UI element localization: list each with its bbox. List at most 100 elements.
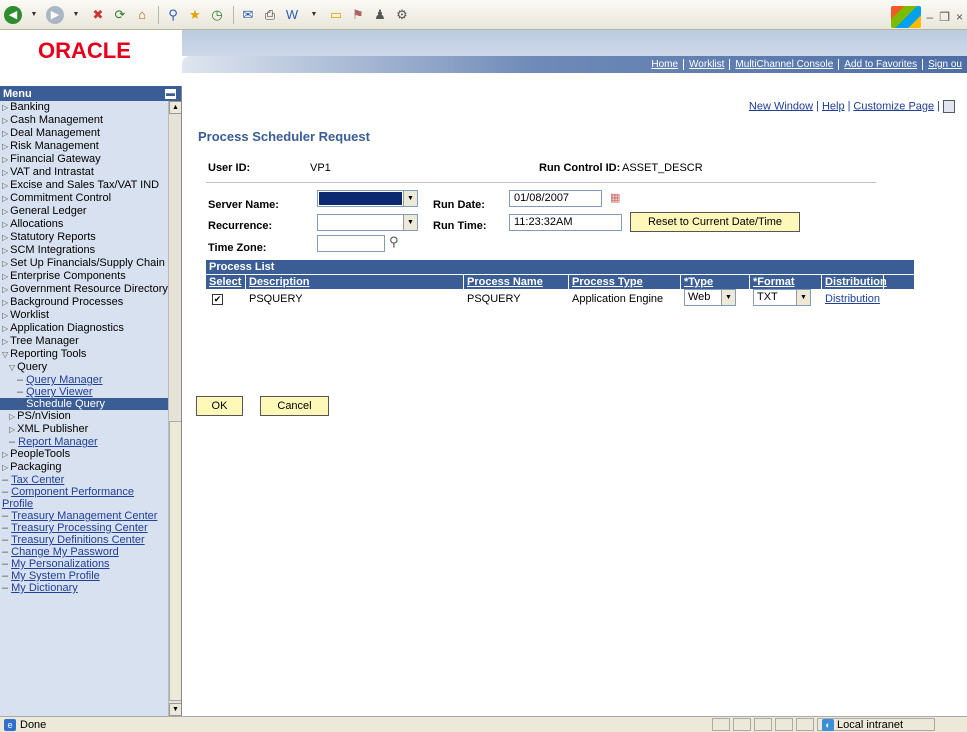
menu-item[interactable]: – Change My Password (0, 546, 168, 558)
menu-item[interactable]: ▷ Government Resource Directory (0, 283, 168, 296)
collapsed-folder-icon[interactable]: ▷ (2, 324, 8, 333)
distribution-link[interactable]: Distribution (825, 293, 880, 305)
collapsed-folder-icon[interactable]: ▷ (2, 298, 8, 307)
print-icon[interactable]: ⎙ (260, 5, 280, 25)
column-header[interactable]: *Type (681, 275, 750, 289)
research-icon[interactable]: ⚑ (348, 5, 368, 25)
chevron-down-icon[interactable]: ▼ (721, 290, 735, 305)
menu-item[interactable]: ▷ Statutory Reports (0, 231, 168, 244)
http-icon[interactable] (943, 100, 955, 113)
collapsed-folder-icon[interactable]: ▷ (2, 116, 8, 125)
search-icon[interactable]: ⚲ (163, 5, 183, 25)
scroll-up-icon[interactable]: ▲ (169, 101, 181, 114)
collapsed-folder-icon[interactable]: ▷ (2, 463, 8, 472)
stop-icon[interactable]: ✖ (88, 5, 108, 25)
format-select[interactable]: TXT ▼ (753, 289, 811, 306)
cancel-button[interactable]: Cancel (260, 396, 329, 416)
menu-item[interactable]: ▷ Enterprise Components (0, 270, 168, 283)
collapsed-folder-icon[interactable]: ▷ (2, 142, 8, 151)
menu-item[interactable]: – Schedule Query (0, 398, 168, 410)
collapsed-folder-icon[interactable]: ▷ (2, 168, 8, 177)
collapsed-folder-icon[interactable]: ▷ (2, 259, 8, 268)
expanded-folder-icon[interactable]: ▽ (2, 350, 8, 359)
column-header[interactable]: Select (206, 275, 246, 289)
home-icon[interactable]: ⌂ (132, 5, 152, 25)
collapsed-folder-icon[interactable]: ▷ (2, 311, 8, 320)
favorites-icon[interactable]: ★ (185, 5, 205, 25)
menu-item[interactable]: ▷ Excise and Sales Tax/VAT IND (0, 179, 168, 192)
column-header[interactable]: Description (246, 275, 464, 289)
help-link[interactable]: Help (822, 100, 845, 112)
menu-item[interactable]: ▷ Application Diagnostics (0, 322, 168, 335)
recurrence-select[interactable]: ▼ (317, 214, 418, 231)
scroll-down-icon[interactable]: ▼ (169, 703, 181, 716)
run-date-input[interactable]: 01/08/2007 (509, 190, 602, 207)
type-select[interactable]: Web ▼ (684, 289, 736, 306)
collapsed-folder-icon[interactable]: ▷ (2, 103, 8, 112)
menu-item[interactable]: – My Personalizations (0, 558, 168, 570)
history-icon[interactable]: ◷ (207, 5, 227, 25)
menu-item[interactable]: – Tax Center (0, 474, 168, 486)
edit-dropdown-icon[interactable]: ▼ (304, 5, 324, 25)
menu-item[interactable]: – Report Manager (0, 436, 168, 448)
topnav-link-home[interactable]: Home (646, 59, 683, 70)
menu-item[interactable]: ▷ Tree Manager (0, 335, 168, 348)
column-header[interactable]: *Format (750, 275, 822, 289)
menu-scrollbar[interactable]: ▲ ▼ (168, 101, 181, 716)
back-dropdown-icon[interactable]: ▼ (24, 5, 44, 25)
mail-icon[interactable]: ✉ (238, 5, 258, 25)
menu-item[interactable]: ▷ PS/nVision (0, 410, 168, 423)
menu-item[interactable]: ▷ Allocations (0, 218, 168, 231)
column-header[interactable]: Distribution (822, 275, 887, 289)
menu-item[interactable]: ▷ General Ledger (0, 205, 168, 218)
menu-item[interactable]: ▷ XML Publisher (0, 423, 168, 436)
menu-item[interactable]: ▷ Commitment Control (0, 192, 168, 205)
menu-item[interactable]: ▽ Reporting Tools (0, 348, 168, 361)
refresh-icon[interactable]: ⟳ (110, 5, 130, 25)
restore-icon[interactable]: ❐ (939, 10, 950, 24)
discuss-icon[interactable]: ▭ (326, 5, 346, 25)
minimize-icon[interactable]: – (927, 10, 934, 24)
select-checkbox[interactable]: ✔ (212, 293, 223, 305)
menu-item[interactable]: – Query Manager (0, 374, 168, 386)
menu-item[interactable]: ▷ PeopleTools (0, 448, 168, 461)
collapsed-folder-icon[interactable]: ▷ (2, 155, 8, 164)
forward-icon[interactable]: ▶ (46, 5, 64, 24)
server-name-select[interactable]: ▼ (317, 190, 418, 207)
back-icon[interactable]: ◀ (4, 5, 22, 24)
lookup-search-icon[interactable]: ⚲ (389, 234, 399, 250)
security-zone[interactable]: ◐ Local intranet (817, 718, 935, 731)
menu-item[interactable]: – Treasury Processing Center (0, 522, 168, 534)
forward-dropdown-icon[interactable]: ▼ (66, 5, 86, 25)
menu-item[interactable]: ▷ Deal Management (0, 127, 168, 140)
collapsed-folder-icon[interactable]: ▷ (2, 129, 8, 138)
collapsed-folder-icon[interactable]: ▷ (9, 425, 15, 434)
collapsed-folder-icon[interactable]: ▷ (2, 220, 8, 229)
collapsed-folder-icon[interactable]: ▷ (2, 450, 8, 459)
menu-item[interactable]: – Treasury Definitions Center (0, 534, 168, 546)
collapsed-folder-icon[interactable]: ▷ (2, 337, 8, 346)
collapsed-folder-icon[interactable]: ▷ (2, 246, 8, 255)
topnav-link-add-to-favorites[interactable]: Add to Favorites (838, 59, 922, 70)
chevron-down-icon[interactable]: ▼ (403, 215, 417, 230)
scroll-thumb[interactable] (169, 421, 181, 701)
collapsed-folder-icon[interactable]: ▷ (9, 412, 15, 421)
menu-item[interactable]: ▷ SCM Integrations (0, 244, 168, 257)
collapsed-folder-icon[interactable]: ▷ (2, 207, 8, 216)
menu-item[interactable]: – Component Performance Profile (0, 486, 168, 510)
collapsed-folder-icon[interactable]: ▷ (2, 285, 8, 294)
collapsed-folder-icon[interactable]: ▷ (2, 233, 8, 242)
messenger-icon[interactable]: ♟ (370, 5, 390, 25)
menu-item[interactable]: – My Dictionary (0, 582, 168, 594)
customize-page-link[interactable]: Customize Page (853, 100, 934, 112)
new-window-link[interactable]: New Window (749, 100, 813, 112)
tool-icon[interactable]: ⚙ (392, 5, 412, 25)
reset-date-time-button[interactable]: Reset to Current Date/Time (630, 212, 800, 232)
menu-item[interactable]: ▷ Cash Management (0, 114, 168, 127)
menu-item[interactable]: ▷ Packaging (0, 461, 168, 474)
chevron-down-icon[interactable]: ▼ (403, 191, 417, 206)
topnav-link-sign-ou[interactable]: Sign ou (922, 59, 967, 70)
column-header[interactable]: Process Name (464, 275, 569, 289)
menu-item[interactable]: – Query Viewer (0, 386, 168, 398)
collapsed-folder-icon[interactable]: ▷ (2, 181, 8, 190)
